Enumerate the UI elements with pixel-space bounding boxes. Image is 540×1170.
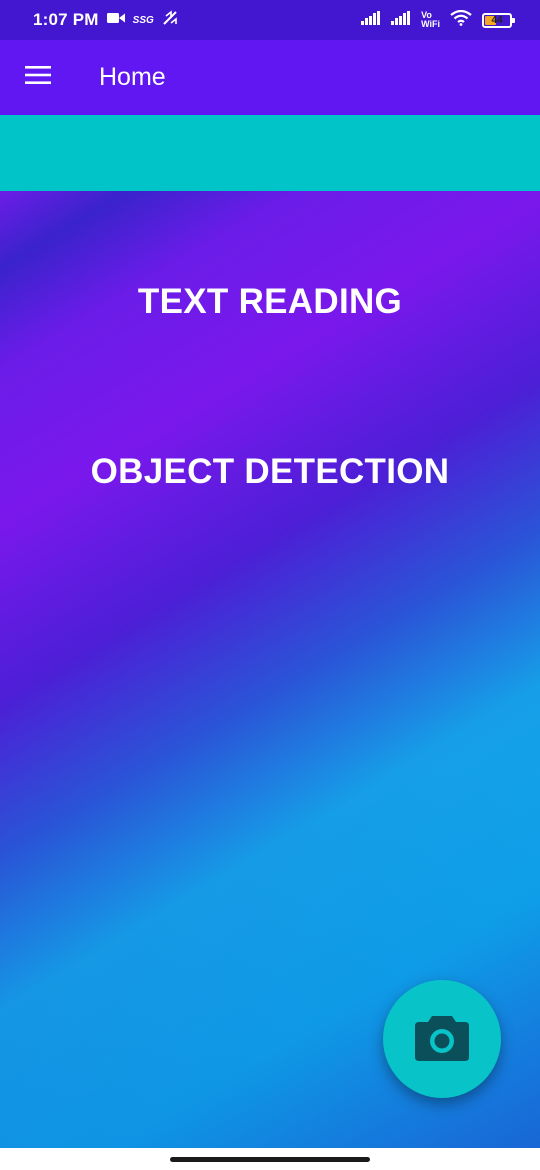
battery-icon: 44 (482, 12, 515, 28)
signal-icon (391, 10, 411, 30)
screen: 1:07 PM SSG Vo WiFi 44 Home TEXT READING… (0, 0, 540, 1170)
camera-icon (413, 1012, 471, 1067)
object-detection-button[interactable]: OBJECT DETECTION (0, 452, 540, 492)
menu-button[interactable] (0, 40, 78, 115)
vowifi-bottom: WiFi (421, 19, 440, 29)
status-bar: 1:07 PM SSG Vo WiFi 44 (0, 0, 540, 40)
carrier-label: SSG (132, 14, 154, 26)
accent-strip (0, 115, 540, 191)
status-right: Vo WiFi 44 (361, 9, 515, 31)
battery-tip (512, 17, 515, 23)
hamburger-menu-icon (25, 65, 51, 90)
battery-level: 44 (491, 14, 503, 26)
status-time: 1:07 PM (33, 10, 99, 29)
network-speed-icon (162, 9, 180, 31)
vowifi-indicator: Vo WiFi (421, 11, 440, 29)
video-camera-icon (106, 11, 125, 29)
status-left: 1:07 PM SSG (33, 9, 180, 31)
camera-fab-button[interactable] (383, 980, 501, 1098)
gesture-nav-bar (0, 1148, 540, 1170)
wifi-icon (450, 9, 472, 31)
text-reading-button[interactable]: TEXT READING (0, 282, 540, 322)
home-gesture-handle[interactable] (170, 1156, 370, 1162)
signal-icon (361, 10, 381, 30)
app-bar: Home (0, 40, 540, 115)
page-title: Home (99, 63, 166, 91)
